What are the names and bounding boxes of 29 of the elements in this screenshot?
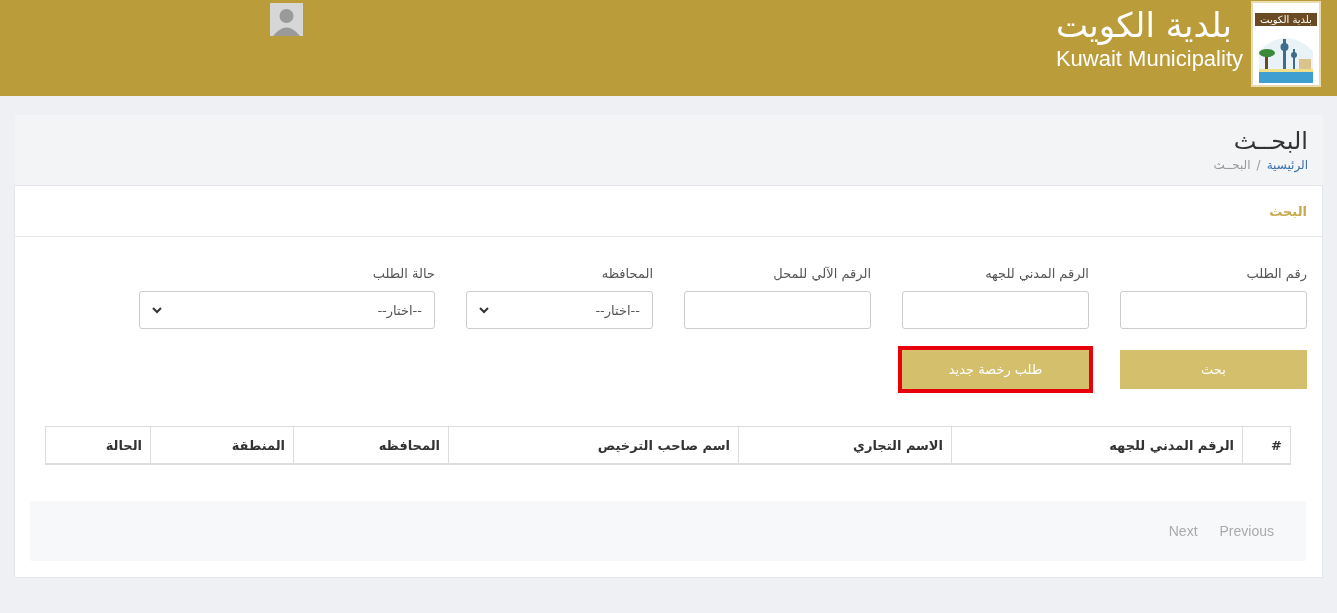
card-title: البحث <box>1269 203 1307 219</box>
column-header: # <box>1242 426 1291 464</box>
chevron-down-icon <box>479 306 489 314</box>
logo-caption: بلدية الكويت <box>1255 13 1317 26</box>
select-field[interactable]: --اختار-- <box>466 291 653 329</box>
field-label: حالة الطلب <box>371 265 435 282</box>
input-field[interactable] <box>902 291 1089 329</box>
column-header: اسم صاحب الترخيص <box>448 426 739 464</box>
input-field[interactable] <box>1120 291 1307 329</box>
breadcrumb-current: البحــث <box>1213 158 1251 172</box>
field-label: الرقم الآلي للمحل <box>772 265 871 282</box>
column-header: الحالة <box>45 426 151 464</box>
page-title: البحــث <box>1233 126 1308 157</box>
chevron-down-icon <box>152 306 162 314</box>
column-header: المحافظه <box>293 426 449 464</box>
site-title: بلدية الكويت <box>1055 4 1232 46</box>
select-field[interactable]: --اختار-- <box>139 291 435 329</box>
breadcrumb-separator: / <box>1256 158 1261 172</box>
avatar-icon[interactable] <box>270 3 303 36</box>
column-header: المنطقة <box>150 426 294 464</box>
column-header: الرقم المدني للجهه <box>951 426 1243 464</box>
breadcrumb-link[interactable]: الرئيسية <box>1266 158 1308 172</box>
input-field[interactable] <box>684 291 871 329</box>
field-label: المحافظه <box>600 265 653 282</box>
site-subtitle: Kuwait Municipality <box>1055 46 1243 72</box>
field-label: رقم الطلب <box>1245 265 1307 282</box>
column-header: الاسم التجاري <box>738 426 952 464</box>
field-label: الرقم المدني للجهه <box>984 265 1089 282</box>
search-button[interactable]: بحث <box>1120 350 1307 389</box>
